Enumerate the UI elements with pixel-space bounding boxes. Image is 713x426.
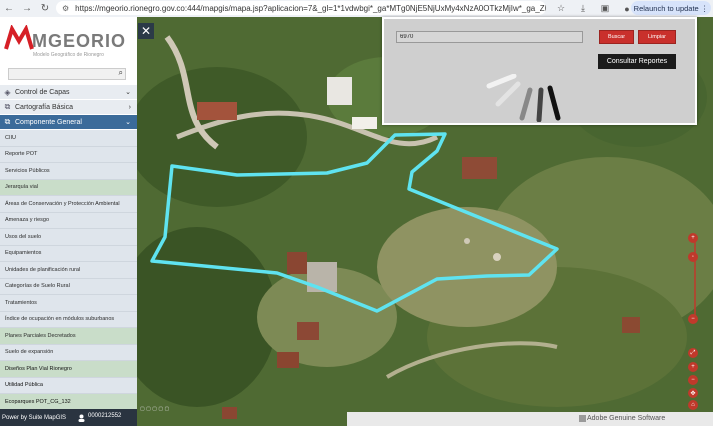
section-componente-general[interactable]: ⧉ Componente General ⌄	[0, 115, 137, 130]
relaunch-label: Relaunch to update	[633, 3, 699, 13]
relaunch-button[interactable]: Relaunch to update ⋮	[631, 1, 711, 15]
layer-item[interactable]: Diseños Plan Vial Rionegro	[0, 361, 137, 378]
section-cartografia-basica[interactable]: ⧉ Cartografía Básica ›	[0, 100, 137, 115]
zoom-in-icon[interactable]: +	[688, 362, 698, 372]
url-text: https://mgeorio.rionegro.gov.co:444/mapg…	[75, 3, 546, 13]
layer-item[interactable]: Usos del suelo	[0, 229, 137, 246]
browser-actions: ☆ ⤓ ▣ ●	[550, 0, 638, 17]
fullscreen-icon[interactable]: ⤢	[688, 348, 698, 358]
adobe-notice-bar: Adobe Genuine Software	[347, 412, 713, 426]
section-control-capas[interactable]: ◈ Control de Capas ⌄	[0, 85, 137, 100]
address-bar[interactable]: ⚙ https://mgeorio.rionegro.gov.co:444/ma…	[56, 1, 546, 15]
browser-toolbar: ← → ↻ ⚙ https://mgeorio.rionegro.gov.co:…	[0, 0, 713, 17]
logo-wordmark: MGEORIO	[32, 31, 127, 51]
layer-item[interactable]: Tratamientos	[0, 295, 137, 312]
extensions-icon[interactable]: ▣	[594, 3, 616, 14]
forward-icon[interactable]: →	[18, 0, 36, 17]
powered-by-text: Power by Suite MapGIS	[2, 414, 67, 421]
back-icon[interactable]: ←	[0, 0, 18, 17]
sidebar: MGEORIO Modelo Geográfico de Rionegro ⌕ …	[0, 17, 137, 409]
search-icon[interactable]: ⌕	[119, 68, 123, 78]
layer-item[interactable]: Áreas de Conservación y Protección Ambie…	[0, 196, 137, 213]
predio-search-input[interactable]	[396, 31, 583, 43]
layer-search-input[interactable]: ⌕	[8, 68, 126, 80]
layer-item[interactable]: Índice de ocupación en módulos suburbano…	[0, 312, 137, 328]
map-layers-icon: ⧉	[4, 117, 11, 126]
adobe-icon	[579, 415, 586, 422]
layer-item[interactable]: Planes Parciales Decretados	[0, 328, 137, 345]
search-button[interactable]: Buscar	[599, 30, 634, 44]
layer-item[interactable]: Utilidad Pública	[0, 378, 137, 394]
layer-item[interactable]: CIIU	[0, 130, 137, 147]
chevron-right-icon: ›	[128, 103, 131, 111]
zoom-out-icon[interactable]: −	[688, 375, 698, 385]
layer-item[interactable]: Suelo de expansión	[0, 345, 137, 361]
layer-item[interactable]: Equipamientos	[0, 246, 137, 262]
layer-item[interactable]: Reporte POT	[0, 147, 137, 163]
consult-reports-button[interactable]: Consultar Reportes	[598, 54, 676, 69]
reload-icon[interactable]: ↻	[36, 0, 54, 17]
layer-item[interactable]: Unidades de planificación rural	[0, 262, 137, 279]
logo: MGEORIO Modelo Geográfico de Rionegro ⌕	[0, 17, 137, 85]
section-label: Cartografía Básica	[15, 103, 73, 111]
layer-item[interactable]: Jerarquía vial	[0, 179, 137, 196]
loading-spinner-icon	[486, 74, 561, 122]
layer-item[interactable]: Categorías de Suelo Rural	[0, 279, 137, 295]
site-info-icon[interactable]: ⚙	[62, 4, 69, 13]
layers-icon: ◈	[4, 87, 11, 97]
layer-item[interactable]: Ecoparques POT_CG_132	[0, 394, 137, 409]
bookmark-star-icon[interactable]: ☆	[550, 3, 572, 14]
pan-icon[interactable]: ✥	[688, 388, 698, 398]
zoom-handle-icon[interactable]: ◦	[688, 252, 698, 262]
section-label: Control de Capas	[15, 88, 70, 96]
home-extent-icon[interactable]: ⌂	[688, 400, 698, 410]
chevron-down-icon: ⌄	[125, 119, 131, 126]
report-panel: Buscar Limpiar Consultar Reportes	[382, 17, 697, 125]
user-id: 0000212552	[88, 413, 122, 419]
download-icon[interactable]: ⤓	[572, 3, 594, 14]
imagery-attribution: ▢ ▢ ▢ ▢ ▢	[140, 406, 170, 412]
chevron-down-icon: ⌄	[125, 89, 131, 96]
section-label: Componente General	[15, 118, 82, 126]
adobe-text: Adobe Genuine Software	[587, 415, 666, 422]
layer-item[interactable]: Amenaza y riesgo	[0, 213, 137, 229]
zoom-in-slider-top-icon[interactable]: +	[688, 233, 698, 243]
clear-button[interactable]: Limpiar	[638, 30, 676, 44]
layer-list: CIIU Reporte POT Servicios Públicos Jera…	[0, 130, 137, 409]
zoom-slider[interactable]	[692, 232, 698, 324]
logo-subtitle: Modelo Geográfico de Rionegro	[33, 52, 104, 58]
status-bar: Power by Suite MapGIS 0000212552	[0, 409, 137, 426]
logo-mark-icon	[4, 25, 34, 50]
layer-item[interactable]: Servicios Públicos	[0, 163, 137, 180]
zoom-out-slider-bottom-icon[interactable]: −	[688, 314, 698, 324]
close-panel-icon[interactable]: ✕	[138, 23, 154, 39]
user-icon	[78, 414, 85, 422]
map-layers-icon: ⧉	[4, 102, 11, 111]
